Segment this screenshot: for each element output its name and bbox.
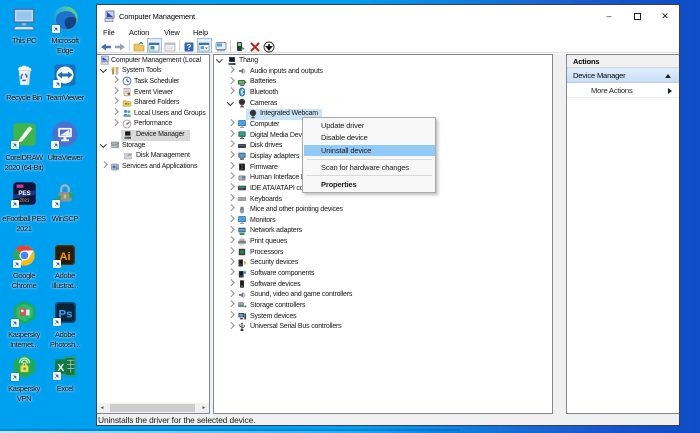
svg-text:?: ? [187,43,192,52]
svg-text:Ai: Ai [60,251,71,263]
svg-text:2021: 2021 [19,197,30,202]
svg-text:PES: PES [18,190,30,197]
